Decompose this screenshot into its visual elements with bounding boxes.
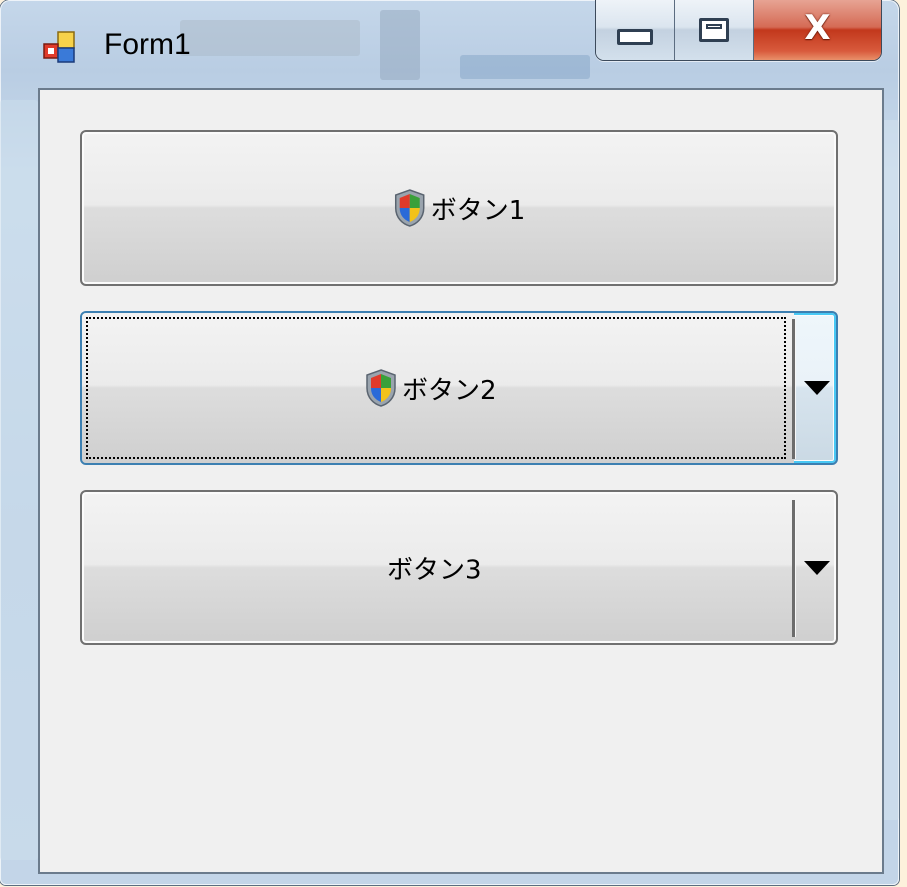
close-button[interactable]: X [754, 0, 881, 60]
minimize-icon [617, 29, 653, 45]
button-2-content: ボタン2 [364, 368, 497, 408]
button-1-label: ボタン1 [430, 195, 526, 226]
button-1[interactable]: ボタン1 [80, 130, 838, 286]
dropdown-arrow-icon[interactable] [804, 560, 830, 575]
button-1-content: ボタン1 [393, 188, 526, 228]
minimize-button[interactable] [596, 0, 675, 60]
maximize-icon [699, 18, 729, 42]
window-title: Form1 [104, 28, 191, 61]
background-blur [0, 100, 38, 860]
form-client-area: ボタン1 ボタン2 ボタン3 [38, 88, 884, 874]
uac-shield-icon [394, 189, 425, 227]
caption-buttons: X [595, 0, 882, 61]
maximize-button[interactable] [675, 0, 754, 60]
button-3-content: ボタン3 [387, 549, 482, 586]
button-2-split[interactable]: ボタン2 [80, 311, 838, 465]
split-divider [792, 500, 795, 637]
split-divider [792, 319, 795, 459]
button-3-label: ボタン3 [387, 555, 482, 585]
title-bar[interactable]: Form1 X [0, 0, 899, 88]
button-3-split[interactable]: ボタン3 [80, 490, 838, 645]
app-icon [43, 31, 75, 63]
form-window: Form1 X ボタン1 ボタン2 ボタン3 [0, 0, 899, 885]
dropdown-arrow-icon[interactable] [804, 381, 830, 395]
uac-shield-icon [366, 369, 396, 407]
button-2-label: ボタン2 [402, 375, 497, 406]
close-icon: X [804, 8, 831, 48]
